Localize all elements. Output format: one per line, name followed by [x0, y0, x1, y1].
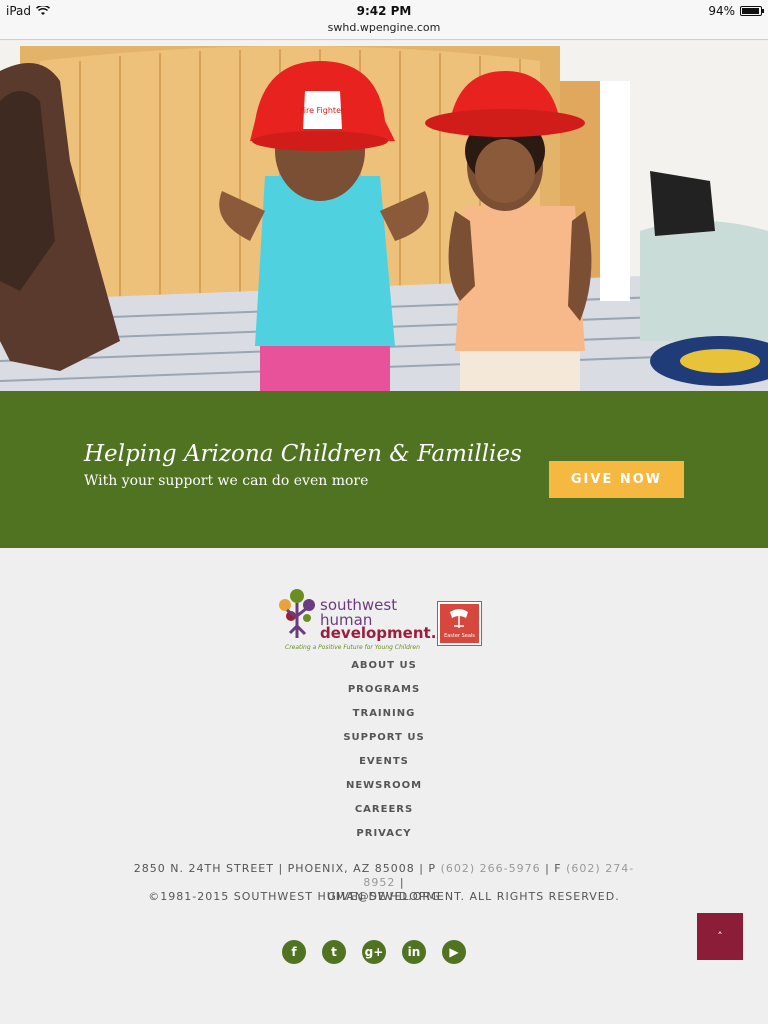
chevron-up-icon: ˄ [717, 930, 723, 943]
hat-badge-text: Fire Fighter [300, 106, 345, 115]
battery-percent: 94% [708, 4, 735, 18]
clock: 9:42 PM [356, 4, 412, 18]
google-plus-icon[interactable]: g+ [362, 940, 386, 964]
footer-link-support-us[interactable]: SUPPORT US [0, 726, 768, 750]
hero-image: Fire Fighter [0, 41, 768, 391]
footer-link-programs[interactable]: PROGRAMS [0, 678, 768, 702]
footer-link-training[interactable]: TRAINING [0, 702, 768, 726]
footer-link-privacy[interactable]: PRIVACY [0, 822, 768, 846]
lily-icon [450, 609, 468, 628]
banner-subtitle: With your support we can do even more [84, 473, 369, 489]
address-text: 2850 N. 24TH STREET | PHOENIX, AZ 85008 … [133, 862, 437, 875]
footer-link-events[interactable]: EVENTS [0, 750, 768, 774]
battery-status: 94% [708, 4, 764, 18]
give-now-button[interactable]: GIVE NOW [549, 461, 684, 498]
linkedin-icon[interactable]: in [402, 940, 426, 964]
address-bar-url[interactable]: swhd.wpengine.com [0, 21, 768, 34]
footer-nav: ABOUT US PROGRAMS TRAINING SUPPORT US EV… [0, 654, 768, 846]
twitter-icon[interactable]: t [322, 940, 346, 964]
youtube-icon[interactable]: ▶ [442, 940, 466, 964]
tree-logo-icon [279, 589, 315, 638]
logo-line-1: southwest [320, 596, 398, 614]
banner-title: Helping Arizona Children & Famillies [84, 441, 522, 467]
fax-label: | F [545, 862, 562, 875]
easter-seals-text: Easter Seals [444, 633, 475, 639]
status-bar: iPad 9:42 PM swhd.wpengine.com 94% [0, 0, 768, 40]
facebook-icon[interactable]: f [282, 940, 306, 964]
phone-link[interactable]: (602) 266-5976 [441, 862, 541, 875]
social-links: f t g+ in ▶ [282, 940, 466, 964]
copyright: ©1981-2015 SOUTHWEST HUMAN DEVELOPMENT. … [148, 890, 620, 903]
footer-link-about-us[interactable]: ABOUT US [0, 654, 768, 678]
logo-tagline: Creating a Positive Future for Young Chi… [285, 644, 420, 651]
footer-link-careers[interactable]: CAREERS [0, 798, 768, 822]
donation-banner: Helping Arizona Children & Famillies Wit… [0, 391, 768, 548]
footer-link-newsroom[interactable]: NEWSROOM [0, 774, 768, 798]
battery-icon [740, 6, 764, 16]
logo-line-3: development. [320, 624, 437, 642]
easter-seals-logo[interactable]: Easter Seals [437, 601, 482, 646]
swhd-logo[interactable]: southwest human development. Creating a … [277, 588, 436, 654]
address-separator: | [399, 876, 405, 889]
back-to-top-button[interactable]: ˄ [697, 913, 743, 960]
children-firefighter-photo: Fire Fighter [0, 41, 768, 391]
